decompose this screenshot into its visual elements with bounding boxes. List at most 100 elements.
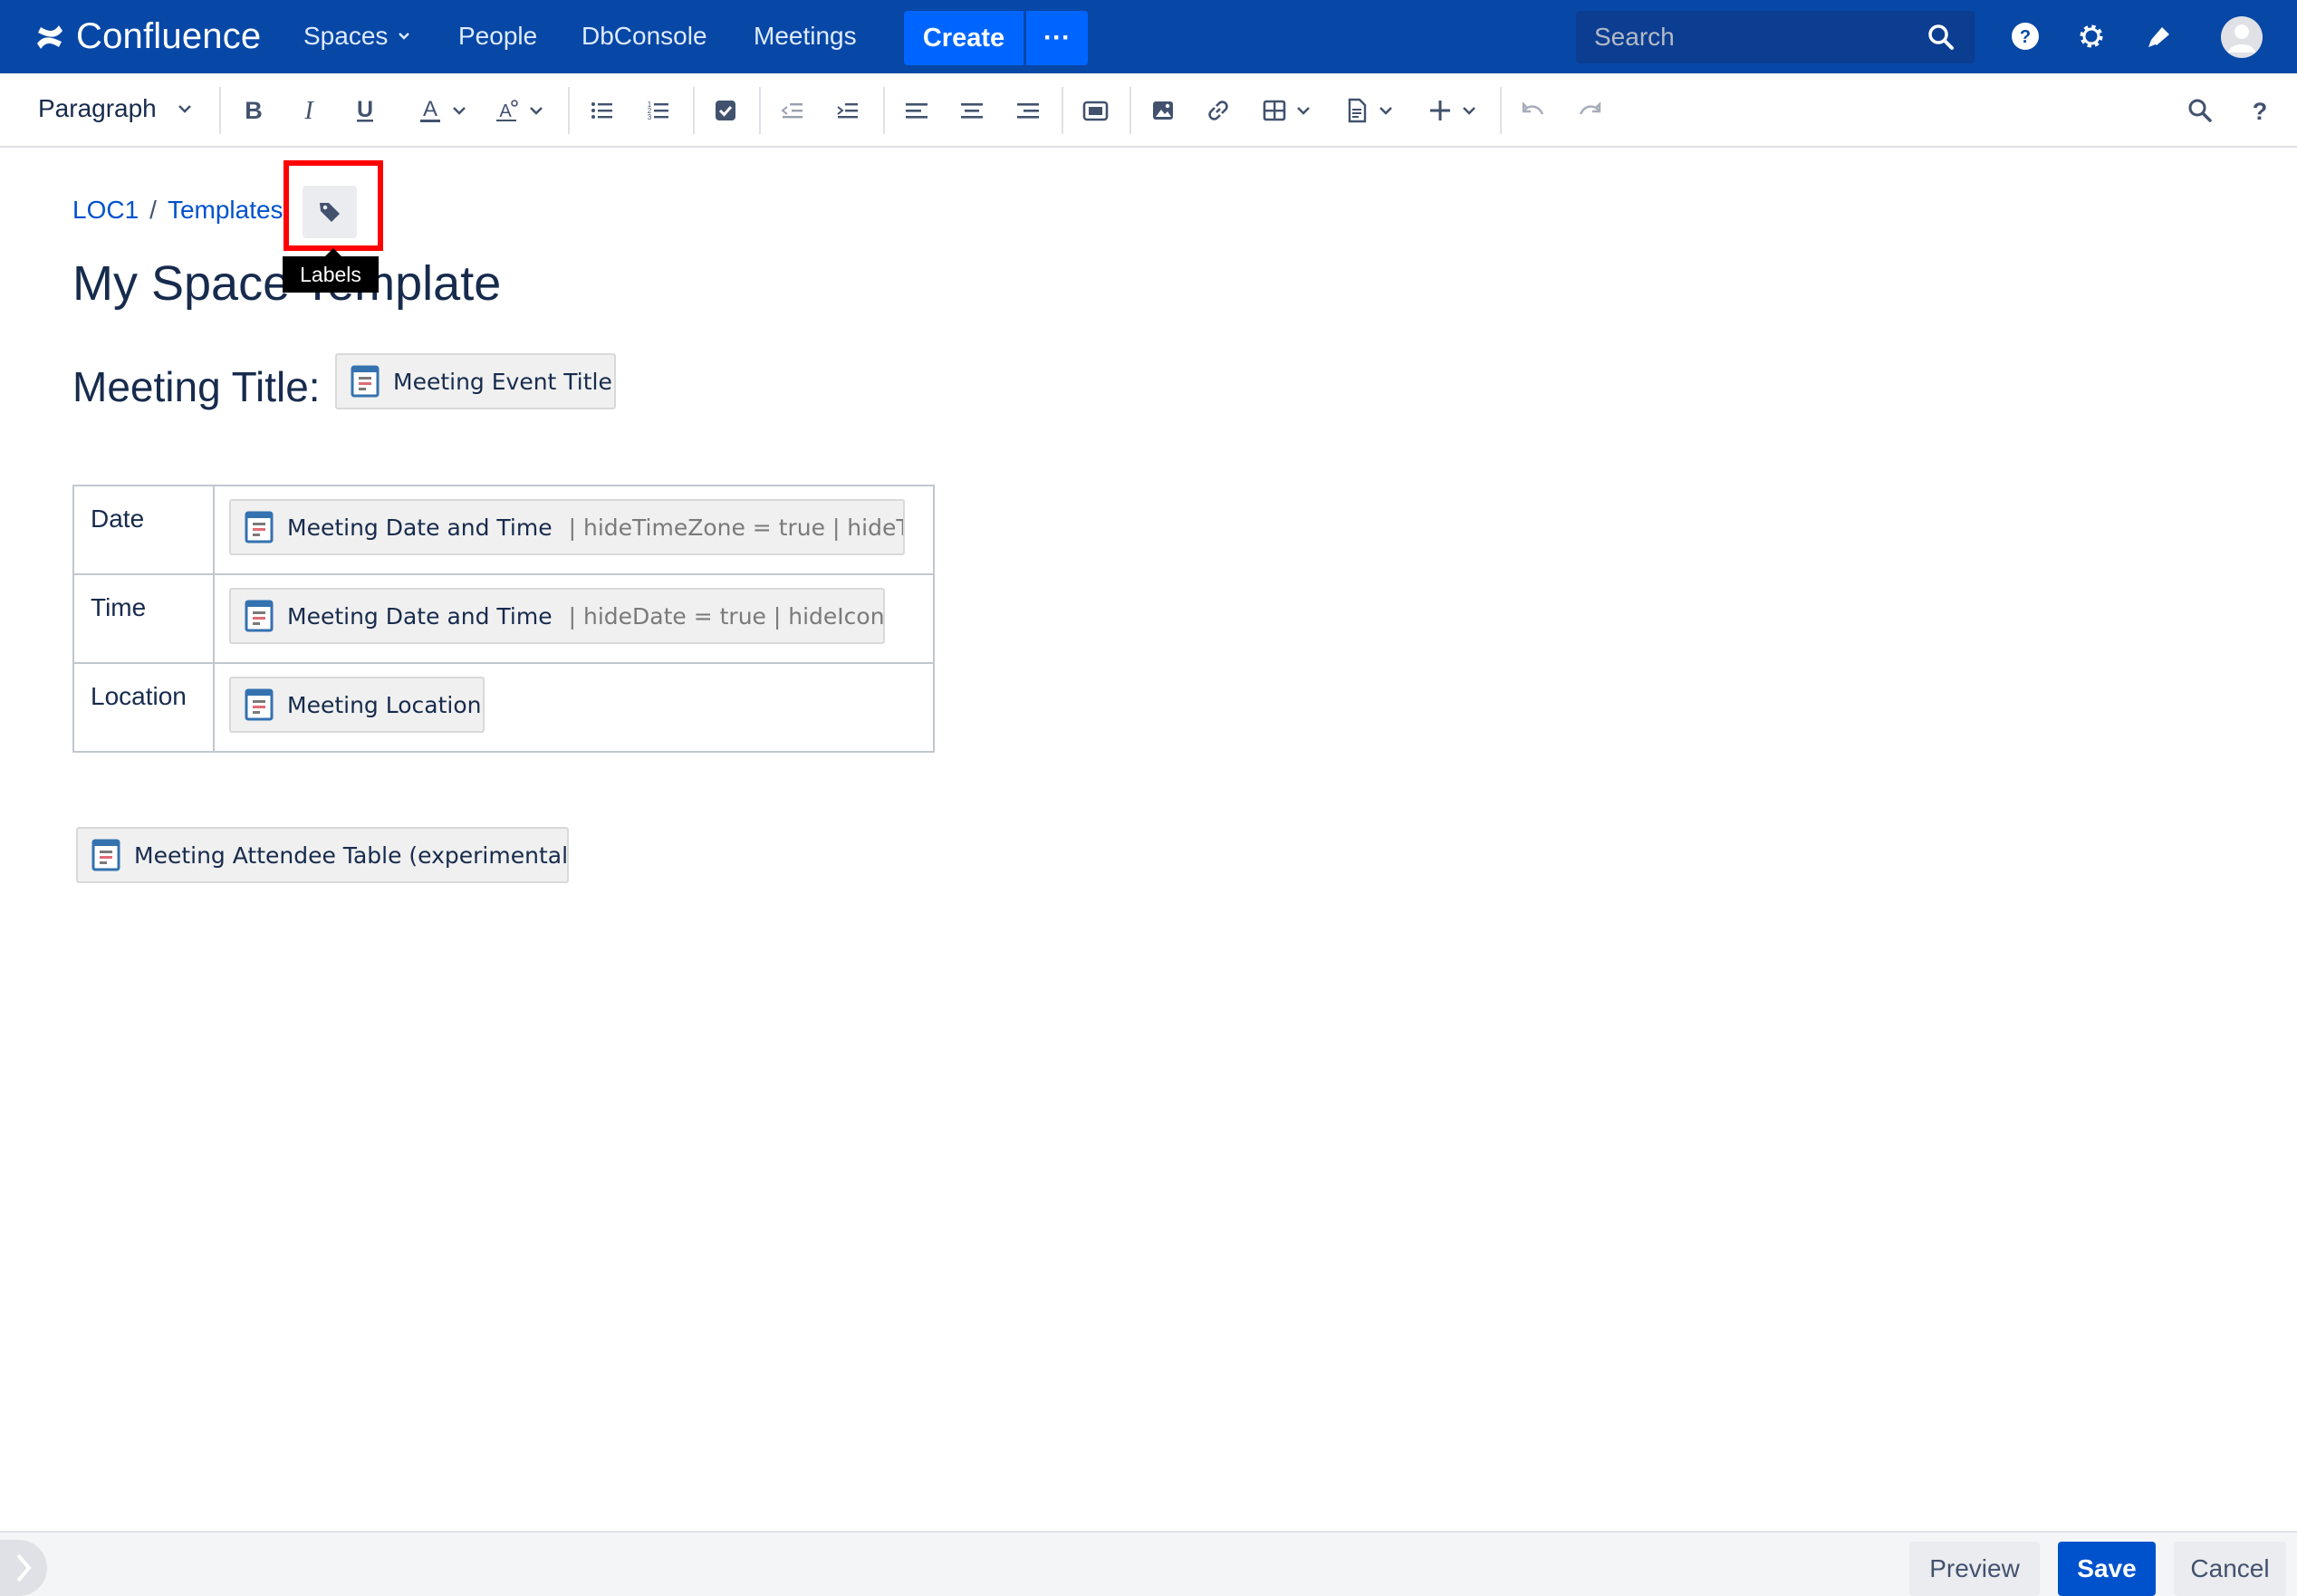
nav-meetings-label: Meetings: [754, 22, 857, 50]
outdent-button[interactable]: [779, 94, 806, 127]
toolbar-divider: [1062, 87, 1063, 134]
toolbar-divider: [693, 87, 695, 134]
table-key-cell[interactable]: Location: [72, 662, 215, 753]
find-replace-button[interactable]: [2186, 94, 2214, 127]
insert-link-button[interactable]: [1205, 94, 1232, 127]
svg-text:A: A: [499, 101, 512, 121]
settings-gear-icon[interactable]: [2075, 20, 2108, 53]
text-color-icon: A: [420, 97, 440, 122]
table-key-cell[interactable]: Date: [72, 485, 215, 575]
macro-name: Meeting Location: [287, 691, 482, 718]
search-input[interactable]: Search: [1576, 11, 1975, 63]
svg-text:?: ?: [2253, 98, 2268, 124]
bullet-list-icon: [591, 102, 612, 119]
nav-people[interactable]: People: [458, 22, 537, 51]
undo-button[interactable]: [1520, 94, 1547, 127]
bold-icon: B: [245, 97, 263, 124]
meeting-properties-table: Date Meeting Date and Time | hideTimeZon…: [72, 485, 935, 753]
underline-button[interactable]: U: [351, 94, 379, 127]
checkbox-icon: [716, 101, 735, 120]
meeting-title-heading: Meeting Title:: [72, 363, 321, 410]
user-avatar[interactable]: [2221, 16, 2263, 58]
link-icon: [1208, 101, 1228, 120]
svg-text:3: 3: [648, 113, 652, 121]
page-layout-button[interactable]: [1081, 94, 1109, 127]
macro-icon: [91, 839, 120, 871]
page-layout-icon: [1082, 101, 1109, 121]
table-value-cell[interactable]: Meeting Date and Time | hideTimeZone = t…: [213, 485, 935, 575]
meeting-date-time-macro[interactable]: Meeting Date and Time | hideTimeZone = t…: [229, 499, 905, 555]
toolbar-divider: [568, 87, 570, 134]
toolbar-divider: [219, 87, 221, 134]
svg-text:I: I: [303, 97, 314, 124]
meeting-location-macro[interactable]: Meeting Location: [229, 677, 485, 733]
meeting-attendee-table-macro[interactable]: Meeting Attendee Table (experimental): [76, 827, 569, 883]
redo-button[interactable]: [1576, 94, 1603, 127]
align-center-button[interactable]: [958, 94, 985, 127]
text-formatting-button[interactable]: A: [494, 94, 544, 127]
numbered-list-button[interactable]: 123: [645, 94, 672, 127]
meeting-event-title-macro[interactable]: Meeting Event Title: [335, 353, 616, 409]
insert-template-button[interactable]: [1343, 94, 1394, 127]
nav-meetings[interactable]: Meetings: [754, 22, 857, 51]
italic-button[interactable]: I: [295, 94, 322, 127]
search-icon: [2188, 99, 2212, 122]
text-color-button[interactable]: A: [417, 94, 467, 127]
toolbar-divider: [1129, 87, 1131, 134]
redo-icon: [1579, 101, 1601, 115]
chevron-down-icon: [178, 105, 191, 113]
chevron-down-icon: [1463, 107, 1475, 115]
table-value-cell[interactable]: Meeting Date and Time | hideDate = true …: [213, 573, 935, 664]
table-row: Date Meeting Date and Time | hideTimeZon…: [72, 485, 935, 575]
macro-icon: [245, 600, 274, 632]
insert-table-button[interactable]: [1261, 94, 1312, 127]
table-value-cell[interactable]: Meeting Location: [213, 662, 935, 753]
align-left-button[interactable]: [903, 94, 930, 127]
save-button[interactable]: Save: [2058, 1542, 2156, 1596]
nav-dbconsole[interactable]: DbConsole: [581, 22, 707, 51]
cancel-button[interactable]: Cancel: [2174, 1542, 2286, 1596]
table-row: Location Meeting Location: [72, 662, 935, 753]
search-icon: [1928, 24, 1954, 50]
paragraph-style-select[interactable]: Paragraph: [38, 94, 193, 123]
insert-more-button[interactable]: [1427, 94, 1477, 127]
confluence-logo[interactable]: Confluence: [34, 16, 261, 57]
question-mark-icon: ?: [2253, 98, 2268, 124]
indent-button[interactable]: [834, 94, 861, 127]
preview-button[interactable]: Preview: [1909, 1542, 2040, 1596]
breadcrumb-page-link[interactable]: Templates: [168, 196, 284, 225]
macro-params: | hideTimeZone = true | hideT...: [568, 514, 905, 541]
meeting-date-time-macro[interactable]: Meeting Date and Time | hideDate = true …: [229, 588, 885, 644]
toolbar-divider: [759, 87, 761, 134]
svg-text:?: ?: [2020, 27, 2031, 47]
table-key-cell[interactable]: Time: [72, 573, 215, 664]
chevron-down-icon: [530, 107, 543, 115]
help-icon[interactable]: ?: [2009, 20, 2042, 53]
bold-button[interactable]: B: [240, 94, 267, 127]
outdent-icon: [781, 103, 803, 119]
nav-spaces-dropdown[interactable]: Spaces: [303, 22, 411, 51]
chevron-down-icon: [1379, 107, 1392, 115]
plus-icon: [1430, 101, 1450, 120]
nav-spaces-label: Spaces: [303, 22, 389, 50]
image-icon: [1153, 101, 1173, 120]
create-button[interactable]: Create: [904, 11, 1024, 65]
create-more-button[interactable]: ···: [1026, 11, 1088, 65]
align-right-button[interactable]: [1014, 94, 1042, 127]
task-list-button[interactable]: [712, 94, 739, 127]
breadcrumb-space-link[interactable]: LOC1: [72, 196, 139, 225]
editor-toolbar: [0, 73, 2297, 148]
nav-people-label: People: [458, 22, 538, 50]
keyboard-help-button[interactable]: ?: [2246, 94, 2273, 127]
insert-image-button[interactable]: [1149, 94, 1177, 127]
numbered-list-icon: 123: [648, 101, 668, 121]
toolbar-divider: [1500, 87, 1502, 134]
bullet-list-button[interactable]: [589, 94, 616, 127]
italic-icon: I: [303, 97, 314, 124]
toolbar-divider: [883, 87, 885, 134]
macro-name: Meeting Date and Time: [287, 602, 553, 630]
notifications-megaphone-icon[interactable]: [2144, 20, 2177, 53]
text-format-icon: A: [496, 100, 518, 121]
indent-icon: [837, 103, 858, 119]
breadcrumb-separator: /: [149, 196, 157, 224]
